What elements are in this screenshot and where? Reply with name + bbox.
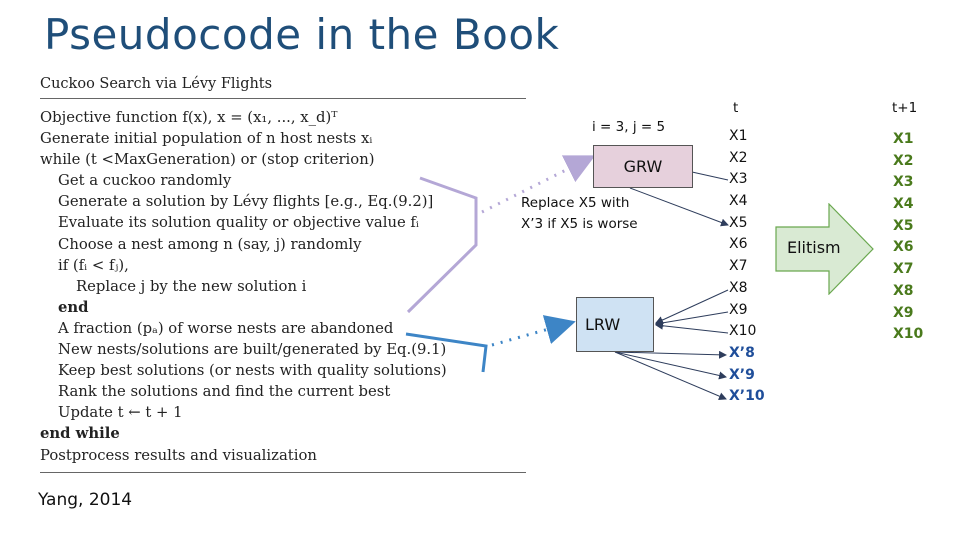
elitism-label: Elitism — [787, 238, 841, 257]
replace-note-line1: Replace X5 with — [521, 195, 630, 211]
next-population-item: X4 — [893, 196, 914, 213]
lrw-box: LRW — [576, 297, 654, 352]
population-item: X1 — [729, 128, 748, 144]
grw-to-x5-arrow — [629, 187, 729, 227]
lrw-to-x9prime-arrow — [614, 351, 727, 380]
next-population-item: X6 — [893, 239, 914, 256]
next-population-item: X1 — [893, 131, 914, 147]
purple-bracket — [406, 176, 478, 314]
next-population-item: X7 — [893, 261, 914, 278]
population-t1-column: X1 X2 X3 X4 X5 X6 X7 X8 X9 X10 — [893, 129, 923, 346]
lrw-to-x10prime-arrow — [614, 351, 727, 400]
population-item: X5 — [729, 214, 748, 231]
population-t-column: X1 X2 X3 X4 X5 X6 X7 X8 X9 X10 X’8 X’9 X… — [729, 126, 765, 408]
next-population-item: X3 — [893, 174, 914, 191]
next-population-item: X9 — [893, 304, 914, 321]
population-item: X3 — [729, 171, 748, 188]
population-item: X2 — [729, 149, 748, 166]
population-item: X8 — [729, 279, 748, 296]
next-population-item: X8 — [893, 282, 914, 299]
new-population-item: X’9 — [729, 366, 755, 383]
replace-note-line2: X’3 if X5 is worse — [521, 216, 638, 232]
population-item: X9 — [729, 301, 748, 318]
next-population-item: X5 — [893, 217, 914, 234]
new-population-item: X’8 — [729, 344, 755, 361]
x10-to-lrw-arrow — [655, 321, 729, 334]
new-population-item: X’10 — [729, 388, 765, 405]
blue-bracket — [405, 332, 488, 373]
grw-box: GRW — [593, 145, 693, 188]
population-item: X10 — [729, 323, 757, 340]
blue-dotted-arrow — [491, 315, 576, 347]
next-population-item: X10 — [893, 326, 924, 343]
ij-label: i = 3, j = 5 — [592, 119, 666, 135]
t1-header: t+1 — [892, 100, 918, 116]
t-header: t — [733, 100, 739, 116]
population-item: X7 — [729, 258, 748, 275]
slide: Pseudocode in the Book Cuckoo Search via… — [0, 0, 960, 540]
population-item: X4 — [729, 193, 748, 210]
next-population-item: X2 — [893, 152, 914, 169]
lrw-to-x8prime-arrow — [614, 350, 727, 359]
population-item: X6 — [729, 236, 748, 253]
